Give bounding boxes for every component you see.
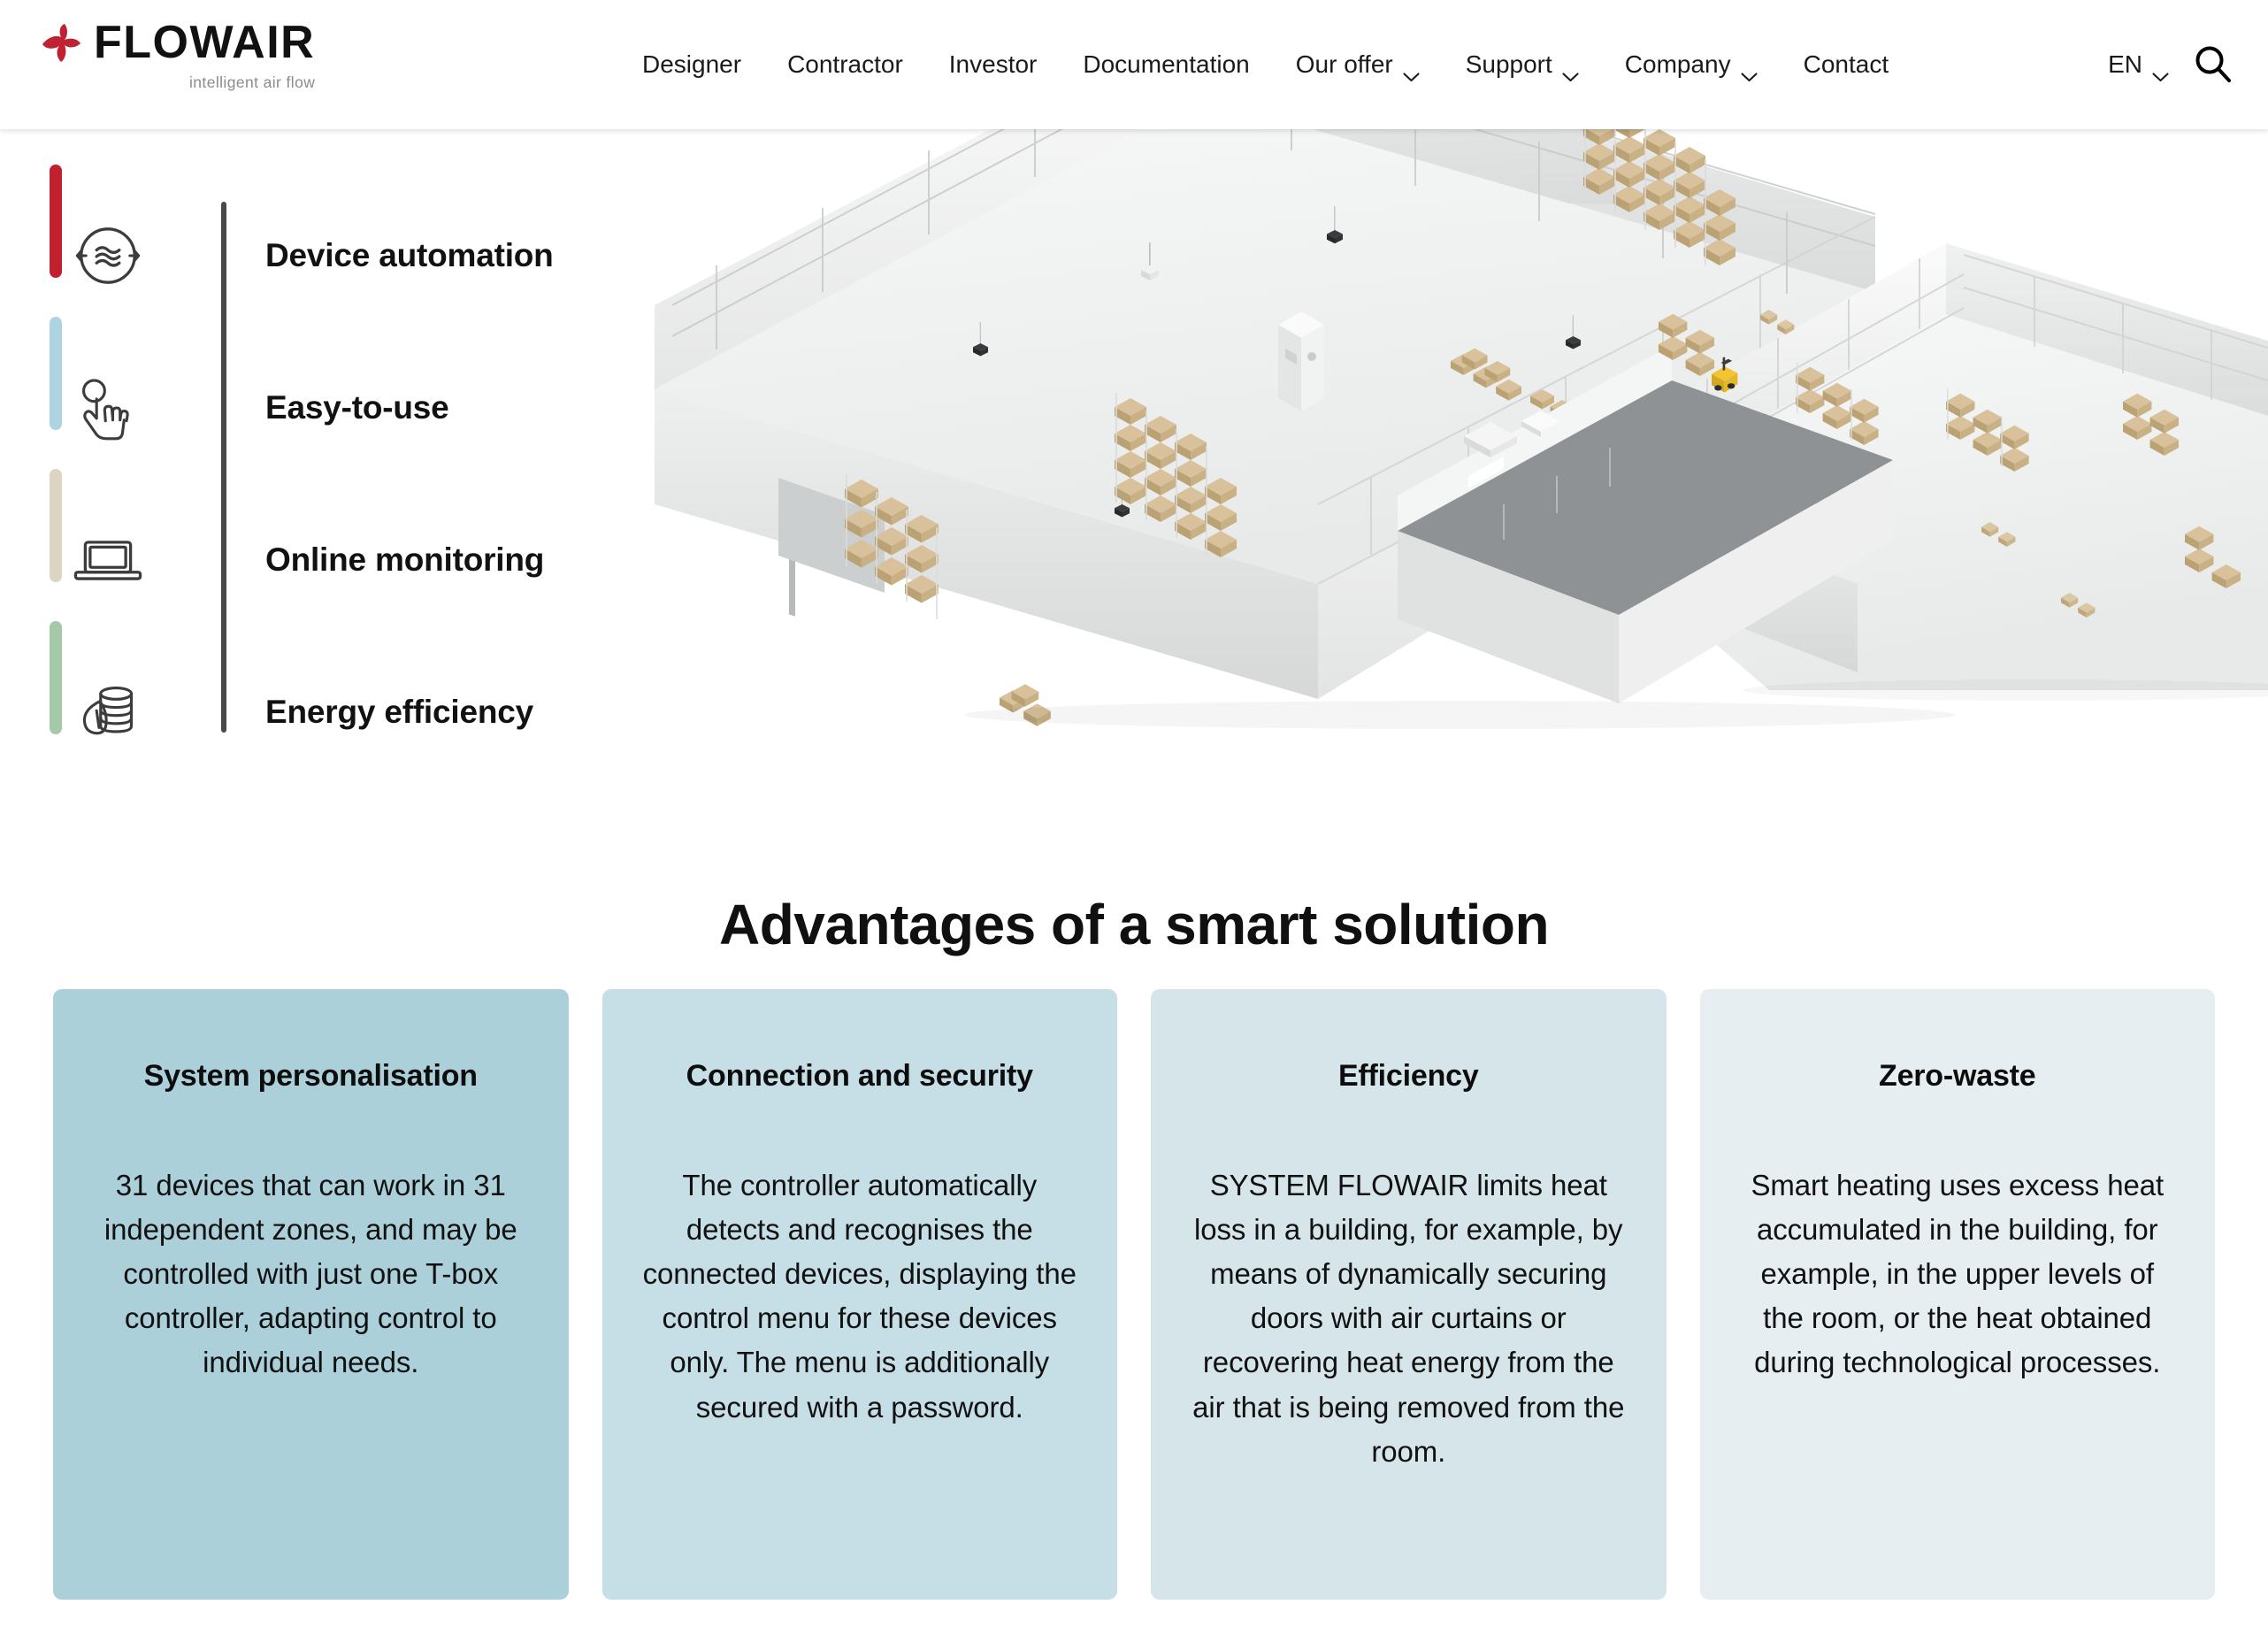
feature-label: Online monitoring xyxy=(265,541,545,578)
nav-label: Company xyxy=(1624,50,1731,78)
card-title: Efficiency xyxy=(1337,1059,1479,1093)
card-title: System personalisation xyxy=(143,1059,478,1093)
nav-item-designer[interactable]: Designer xyxy=(619,50,764,79)
hero-section: Device automation Easy-to-use Online mon… xyxy=(0,129,2268,748)
nav-label: Support xyxy=(1465,50,1552,78)
card-title: Zero-waste xyxy=(1879,1059,2036,1093)
advantage-card-efficiency: Efficiency SYSTEM FLOWAIR limits heat lo… xyxy=(1151,989,1667,1600)
feature-item-online-monitoring: Online monitoring xyxy=(53,485,655,635)
language-current: EN xyxy=(2108,50,2142,78)
nav-label: Contractor xyxy=(787,50,903,78)
chevron-down-icon xyxy=(1562,60,1579,81)
brand-name: FLOWAIR xyxy=(94,17,316,68)
card-body: The controller automatically detects and… xyxy=(642,1168,1077,1424)
laptop-icon xyxy=(66,518,149,602)
search-button[interactable] xyxy=(2192,44,2233,85)
card-body: 31 devices that can work in 31 independe… xyxy=(103,1168,517,1379)
card-body: SYSTEM FLOWAIR limits heat loss in a bui… xyxy=(1192,1168,1625,1468)
nav-label: Designer xyxy=(642,50,742,78)
feature-list: Device automation Easy-to-use Online mon… xyxy=(50,165,655,735)
feature-label: Energy efficiency xyxy=(265,694,534,730)
feature-item-energy-efficiency: Energy efficiency xyxy=(53,637,655,748)
nav-item-company[interactable]: Company xyxy=(1602,50,1781,81)
feature-label: Device automation xyxy=(265,237,554,273)
feature-item-easy-to-use: Easy-to-use xyxy=(53,333,655,483)
advantage-card-zero-waste: Zero-waste Smart heating uses excess hea… xyxy=(1699,989,2215,1600)
header-utilities: EN xyxy=(2108,0,2233,129)
feature-label: Easy-to-use xyxy=(265,389,449,426)
language-switcher[interactable]: EN xyxy=(2108,50,2169,81)
nav-item-contractor[interactable]: Contractor xyxy=(764,50,926,79)
primary-navigation: Designer Contractor Investor Documentati… xyxy=(619,0,1912,129)
card-body: Smart heating uses excess heat accumulat… xyxy=(1751,1168,2165,1379)
nav-item-support[interactable]: Support xyxy=(1443,50,1602,81)
warehouse-3d-render xyxy=(619,129,2268,734)
nav-item-our-offer[interactable]: Our offer xyxy=(1273,50,1443,81)
advantage-cards: System personalisation 31 devices that c… xyxy=(53,989,2215,1600)
search-icon xyxy=(2192,43,2233,87)
chevron-down-icon xyxy=(2152,60,2169,81)
feature-item-device-automation: Device automation xyxy=(53,180,655,331)
card-title: Connection and security xyxy=(686,1059,1033,1093)
chevron-down-icon xyxy=(1403,60,1420,81)
tap-hand-icon xyxy=(66,366,149,449)
coins-leaf-icon xyxy=(66,671,149,748)
section-title: Advantages of a smart solution xyxy=(718,893,1550,957)
nav-label: Contact xyxy=(1803,50,1889,78)
brand-tagline: intelligent air flow xyxy=(189,73,316,91)
advantage-card-system-personalisation: System personalisation 31 devices that c… xyxy=(53,989,569,1600)
nav-label: Our offer xyxy=(1295,50,1393,78)
nav-item-investor[interactable]: Investor xyxy=(926,50,1061,79)
nav-item-documentation[interactable]: Documentation xyxy=(1060,50,1272,79)
nav-item-contact[interactable]: Contact xyxy=(1781,50,1912,79)
site-header: FLOWAIR intelligent air flow Designer Co… xyxy=(0,0,2268,129)
nav-label: Investor xyxy=(948,50,1038,78)
nav-label: Documentation xyxy=(1083,50,1250,78)
flowair-propeller-icon xyxy=(39,23,90,73)
chevron-down-icon xyxy=(1741,60,1758,81)
air-circulation-icon xyxy=(66,214,149,297)
brand-logo[interactable]: FLOWAIR intelligent air flow xyxy=(39,19,315,92)
advantage-card-connection-and-security: Connection and security The controller a… xyxy=(601,989,1117,1600)
